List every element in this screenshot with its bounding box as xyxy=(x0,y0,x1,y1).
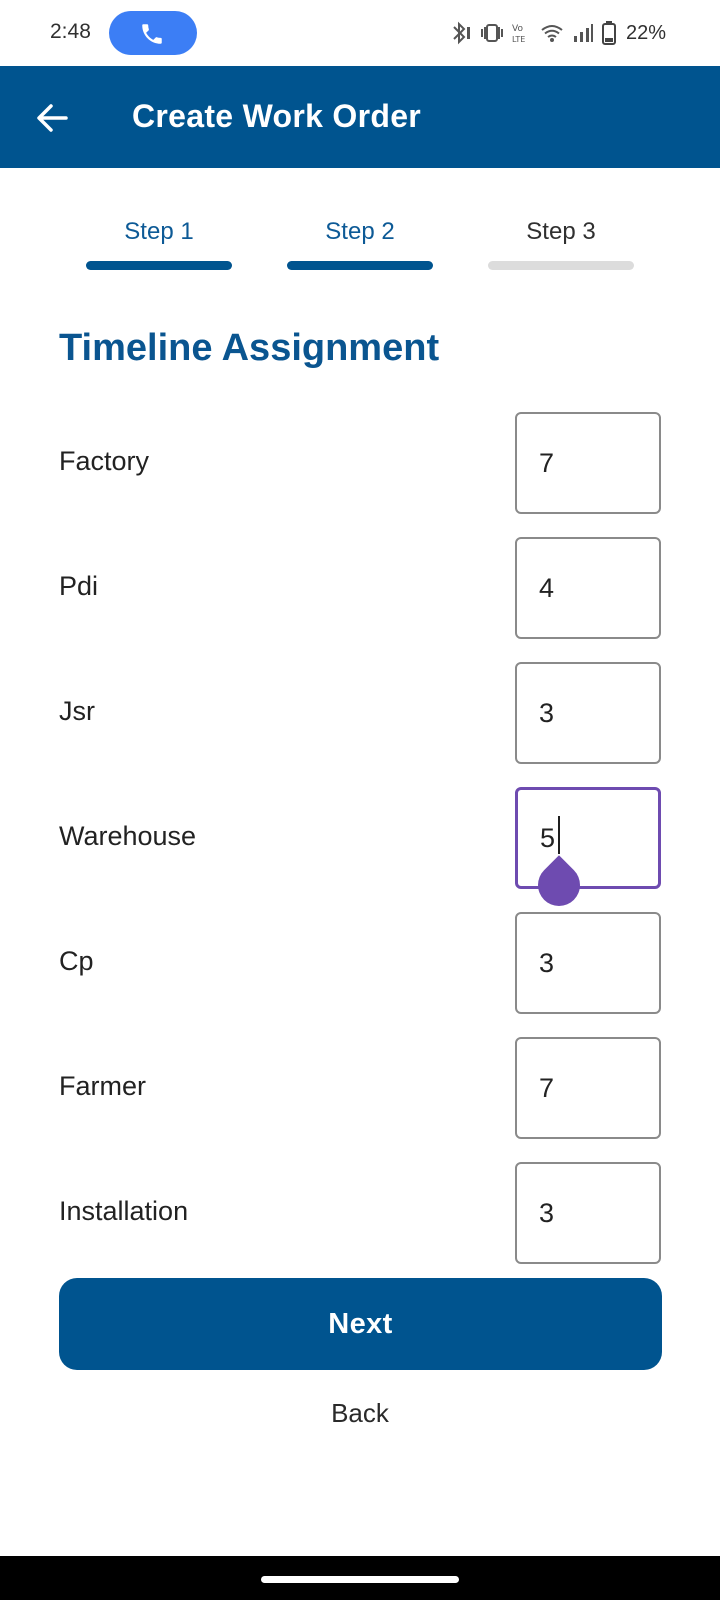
step-1[interactable]: Step 1 xyxy=(86,214,232,274)
step-label: Step 1 xyxy=(124,218,194,245)
days-field[interactable] xyxy=(515,912,661,1014)
status-time: 2:48 xyxy=(50,20,91,43)
timeline-row-cp: Cp xyxy=(0,912,720,1014)
svg-text:Vo: Vo xyxy=(512,24,523,34)
step-progress-bar xyxy=(86,261,232,270)
days-input[interactable] xyxy=(517,539,659,637)
status-bar: 2:48 Vo LTE 22% xyxy=(0,0,720,66)
timeline-label: Warehouse xyxy=(59,821,197,851)
step-label: Step 2 xyxy=(325,218,395,245)
timeline-row-factory: Factory xyxy=(0,412,720,514)
timeline-row-pdi: Pdi xyxy=(0,537,720,639)
phone-icon xyxy=(142,24,162,44)
timeline-label: Farmer xyxy=(59,1071,146,1101)
days-input[interactable] xyxy=(517,1164,659,1262)
step-label: Step 3 xyxy=(526,218,596,245)
step-progress-bar xyxy=(287,261,433,270)
days-input[interactable] xyxy=(517,414,659,512)
bluetooth-icon xyxy=(450,21,472,45)
days-field[interactable] xyxy=(515,662,661,764)
timeline-row-farmer: Farmer xyxy=(0,1037,720,1139)
system-nav-bar xyxy=(0,1556,720,1600)
signal-icon xyxy=(572,22,594,44)
back-button[interactable]: Back xyxy=(300,1398,420,1429)
days-input[interactable] xyxy=(517,1039,659,1137)
page-title: Create Work Order xyxy=(132,98,422,134)
days-field[interactable] xyxy=(515,1162,661,1264)
days-input[interactable] xyxy=(518,790,658,886)
timeline-label: Pdi xyxy=(59,571,99,601)
app-bar: Create Work Order xyxy=(0,66,720,168)
home-indicator[interactable] xyxy=(261,1576,459,1583)
status-icons: Vo LTE 22% xyxy=(450,18,666,48)
timeline-label: Jsr xyxy=(59,696,95,726)
vibrate-icon xyxy=(480,22,504,44)
days-field[interactable] xyxy=(515,537,661,639)
timeline-label: Cp xyxy=(59,946,94,976)
timeline-label: Installation xyxy=(59,1196,189,1226)
volte-icon: Vo LTE xyxy=(512,21,532,45)
days-field[interactable] xyxy=(515,412,661,514)
battery-icon xyxy=(602,21,616,45)
timeline-row-installation: Installation xyxy=(0,1162,720,1264)
next-button[interactable]: Next xyxy=(59,1278,662,1370)
battery-percent: 22% xyxy=(626,21,667,44)
days-input[interactable] xyxy=(517,664,659,762)
days-field-focused[interactable] xyxy=(515,787,661,915)
step-progress-bar xyxy=(488,261,634,270)
stepper: Step 1 Step 2 Step 3 xyxy=(86,214,634,274)
wifi-icon xyxy=(540,23,564,43)
days-input[interactable] xyxy=(517,914,659,1012)
days-field[interactable] xyxy=(515,1037,661,1139)
timeline-row-jsr: Jsr xyxy=(0,662,720,764)
timeline-label: Factory xyxy=(59,446,150,476)
text-cursor xyxy=(558,816,560,854)
ongoing-call-chip[interactable] xyxy=(109,11,197,55)
step-2[interactable]: Step 2 xyxy=(287,214,433,274)
timeline-row-warehouse: Warehouse xyxy=(0,787,720,915)
back-arrow-icon[interactable] xyxy=(34,100,70,136)
step-3[interactable]: Step 3 xyxy=(488,214,634,274)
next-button-label: Next xyxy=(328,1307,393,1340)
section-title: Timeline Assignment xyxy=(59,327,440,369)
svg-text:LTE: LTE xyxy=(512,35,525,44)
